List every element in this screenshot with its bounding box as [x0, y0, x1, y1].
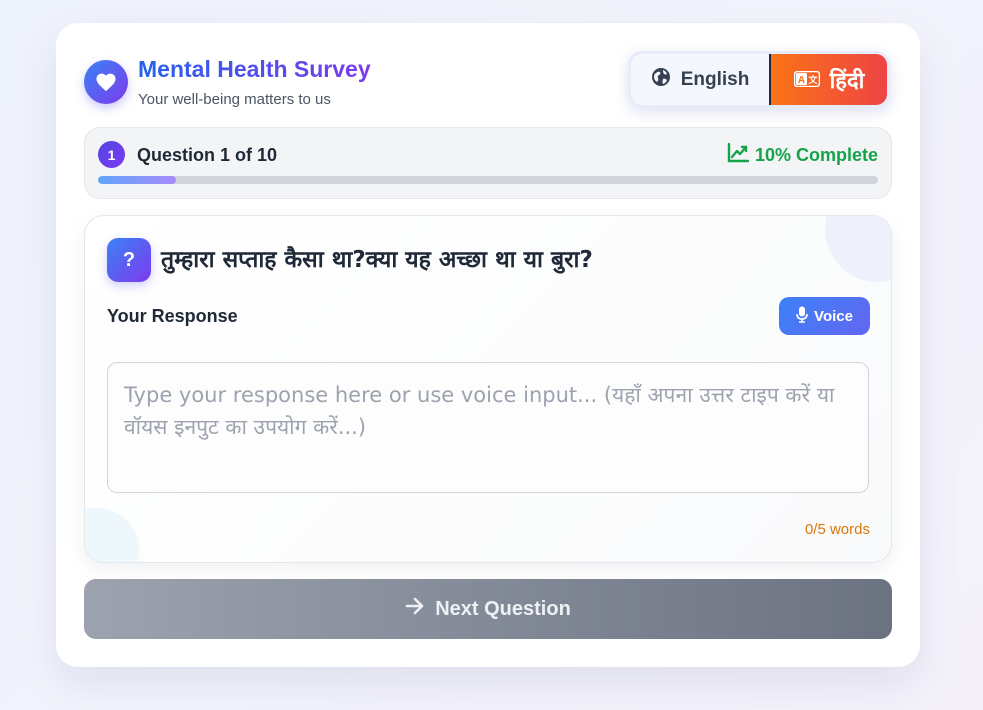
progress-panel: 1 Question 1 of 10 10% Complete	[84, 127, 892, 199]
page-title: Mental Health Survey	[138, 56, 371, 82]
next-question-label: Next Question	[435, 597, 571, 620]
survey-card: Mental Health Survey Your well-being mat…	[56, 23, 920, 667]
question-mark-icon: ?	[107, 238, 151, 282]
page-subtitle: Your well-being matters to us	[138, 91, 331, 108]
translate-icon: A文	[793, 67, 820, 93]
voice-input-button[interactable]: Voice	[779, 297, 870, 335]
svg-text:文: 文	[807, 74, 818, 86]
question-number-badge: 1	[98, 141, 125, 168]
chart-line-icon	[727, 142, 750, 168]
question-counter: Question 1 of 10	[137, 145, 278, 165]
decorative-circle	[825, 216, 891, 282]
next-question-button[interactable]: Next Question	[84, 579, 892, 639]
language-hindi-button[interactable]: A文 हिंदी	[769, 54, 887, 105]
language-hindi-label: हिंदी	[829, 67, 865, 93]
microphone-icon	[796, 306, 808, 327]
decorative-circle	[85, 508, 139, 562]
response-input[interactable]	[107, 362, 869, 493]
response-label: Your Response	[107, 306, 238, 326]
language-english-label: English	[680, 68, 750, 90]
globe-icon	[651, 67, 671, 93]
voice-button-label: Voice	[814, 307, 853, 325]
question-text: तुम्हारा सप्ताह कैसा था?क्या यह अच्छा था…	[161, 247, 593, 273]
progress-bar-fill	[98, 176, 176, 184]
completion-label: 10% Complete	[754, 145, 878, 165]
svg-text:A: A	[797, 75, 804, 86]
progress-bar	[98, 176, 878, 184]
language-english-button[interactable]: English	[631, 54, 769, 105]
arrow-right-icon	[405, 597, 425, 621]
heart-icon	[84, 60, 128, 104]
word-count: 0/5 words	[804, 521, 870, 538]
language-switch: English A文 हिंदी	[628, 51, 890, 108]
question-card: ? तुम्हारा सप्ताह कैसा था?क्या यह अच्छा …	[84, 215, 892, 563]
completion-status: 10% Complete	[727, 142, 878, 168]
